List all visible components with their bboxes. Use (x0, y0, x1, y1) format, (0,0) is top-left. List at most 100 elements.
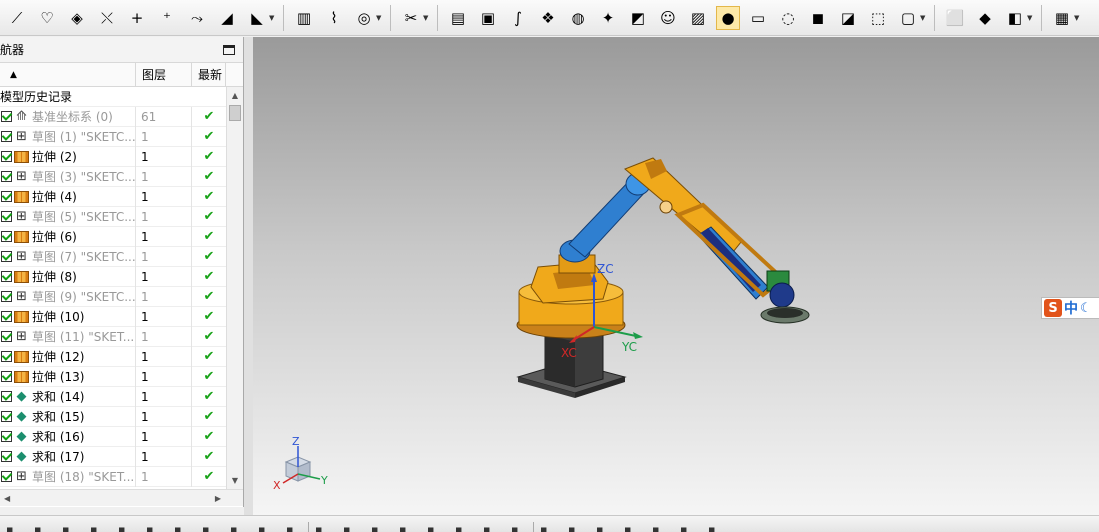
offset-curve-icon[interactable]: ⤳ (186, 7, 208, 29)
history-row[interactable]: ⊞ 草图 (18) "SKET... 1 ✔ (0, 466, 226, 487)
column-layer[interactable]: 图层 (136, 63, 192, 86)
scroll-up-icon[interactable]: ▲ (227, 87, 243, 104)
row-name-cell[interactable]: ⊞ 草图 (5) "SKETC... (0, 206, 136, 227)
history-row[interactable]: ◆ 求和 (16) 1 ✔ (0, 426, 226, 447)
grid-icon[interactable]: ▪ (343, 524, 359, 532)
visibility-checkbox[interactable] (1, 211, 12, 222)
render-object-icon[interactable]: ◍ (567, 7, 589, 29)
visibility-checkbox[interactable] (1, 111, 12, 122)
box-icon[interactable]: ▪ (174, 524, 190, 532)
row-name-cell[interactable]: ⊞ 草图 (18) "SKET... (0, 466, 136, 487)
revolve-face-icon[interactable]: ◣ (246, 7, 268, 29)
visibility-checkbox[interactable] (1, 331, 12, 342)
display-mode-icon[interactable]: ▭ (747, 7, 769, 29)
robot-arm-model[interactable] (516, 157, 810, 398)
scroll-down-icon[interactable]: ▼ (227, 472, 243, 489)
lock-icon[interactable]: ▪ (202, 524, 218, 532)
line-icon[interactable]: ▪ (568, 524, 584, 532)
visibility-checkbox[interactable] (1, 411, 12, 422)
history-row[interactable]: 拉伸 (10) 1 ✔ (0, 306, 226, 327)
point-icon[interactable]: + (126, 7, 148, 29)
history-row[interactable]: ⊞ 草图 (1) "SKETC... 1 ✔ (0, 126, 226, 147)
wire-box-icon[interactable]: ⬚ (867, 7, 889, 29)
visibility-checkbox[interactable] (1, 391, 12, 402)
row-name-cell[interactable]: 拉伸 (6) (0, 226, 136, 247)
visibility-checkbox[interactable] (1, 251, 12, 262)
sheet-icon[interactable]: ▪ (6, 524, 22, 532)
visibility-checkbox[interactable] (1, 131, 12, 142)
spring-tool-icon[interactable]: ✂ (400, 7, 422, 29)
history-row[interactable]: ◆ 求和 (14) 1 ✔ (0, 386, 226, 407)
square-icon[interactable]: ▪ (483, 524, 499, 532)
polyline-icon[interactable]: ⟋ (6, 7, 28, 29)
extrude-face-icon[interactable]: ◢ (216, 7, 238, 29)
visibility-checkbox[interactable] (1, 451, 12, 462)
color-spheres-icon[interactable]: ● (716, 5, 740, 30)
flag-icon[interactable]: ▪ (540, 524, 556, 532)
pencil-icon[interactable]: ▪ (146, 524, 162, 532)
history-row[interactable]: ⊞ 草图 (3) "SKETC... 1 ✔ (0, 166, 226, 187)
row-name-cell[interactable]: 拉伸 (8) (0, 266, 136, 287)
scroll-left-icon[interactable]: ◀ (4, 494, 10, 503)
shaded-color-icon[interactable]: ◪ (837, 7, 859, 29)
history-row[interactable]: 拉伸 (4) 1 ✔ (0, 186, 226, 207)
bookmark-icon[interactable]: ▪ (90, 524, 106, 532)
scene-icon[interactable]: ▨ (687, 7, 709, 29)
visibility-checkbox[interactable] (1, 271, 12, 282)
datum-axis-icon[interactable]: ⤬ (96, 7, 118, 29)
cube-icon[interactable]: ▪ (286, 524, 302, 532)
row-name-cell[interactable]: ⟰ 基准坐标系 (0) (0, 106, 136, 127)
visibility-checkbox[interactable] (1, 351, 12, 362)
dropdown-arrow-icon[interactable]: ▼ (423, 14, 429, 22)
ime-mode-icon[interactable]: ☾ (1080, 301, 1092, 316)
visibility-checkbox[interactable] (1, 171, 12, 182)
arc-icon[interactable]: ▪ (427, 524, 443, 532)
tool-icon[interactable]: ▪ (680, 524, 696, 532)
sort-ascending-icon[interactable]: ▲ (10, 70, 17, 80)
column-latest[interactable]: 最新 (192, 63, 226, 86)
history-row[interactable]: ⟰ 基准坐标系 (0) 61 ✔ (0, 106, 226, 127)
view-orient-icon[interactable]: ◆ (974, 7, 996, 29)
visibility-checkbox[interactable] (1, 431, 12, 442)
row-name-cell[interactable]: ◆ 求和 (14) (0, 386, 136, 407)
row-name-cell[interactable]: 拉伸 (4) (0, 186, 136, 207)
person-icon[interactable]: ☺ (657, 7, 679, 29)
dropdown-arrow-icon[interactable]: ▼ (269, 14, 275, 22)
sketch-curve-icon[interactable]: ♡ (36, 7, 58, 29)
model-history-group[interactable]: 模型历史记录 (0, 87, 226, 107)
dropdown-arrow-icon[interactable]: ▼ (376, 14, 382, 22)
box-shaded-icon[interactable]: ◼ (807, 7, 829, 29)
dropdown-arrow-icon[interactable]: ▼ (920, 14, 926, 22)
folder-icon[interactable]: ▪ (34, 524, 50, 532)
light-icon[interactable]: ✦ (597, 7, 619, 29)
table-icon[interactable]: ▪ (230, 524, 246, 532)
translucent-icon[interactable]: ◌ (777, 7, 799, 29)
row-name-cell[interactable]: ◆ 求和 (16) (0, 426, 136, 447)
history-row[interactable]: 拉伸 (2) 1 ✔ (0, 146, 226, 167)
row-name-cell[interactable]: 拉伸 (13) (0, 366, 136, 387)
row-name-cell[interactable]: ◆ 求和 (15) (0, 406, 136, 427)
vertical-scrollbar[interactable]: ▲ ▼ (226, 87, 243, 489)
hidden-box-icon[interactable]: ▢ (897, 7, 919, 29)
line-icon[interactable]: ▪ (511, 524, 527, 532)
graphics-viewport[interactable]: ZC XC YC Z X Y (253, 37, 1099, 515)
document-tools-icon[interactable]: ▦ (1051, 7, 1073, 29)
row-name-cell[interactable]: ⊞ 草图 (11) "SKET... (0, 326, 136, 347)
history-row[interactable]: ◆ 求和 (15) 1 ✔ (0, 406, 226, 427)
pin-icon[interactable]: ▪ (118, 524, 134, 532)
point-set-icon[interactable]: ⁺ (156, 7, 178, 29)
history-row[interactable]: 拉伸 (13) 1 ✔ (0, 366, 226, 387)
highlight-icon[interactable]: ◩ (627, 7, 649, 29)
slash-icon[interactable]: ▪ (652, 524, 668, 532)
scroll-right-icon[interactable]: ▶ (215, 494, 221, 503)
dropdown-arrow-icon[interactable]: ▼ (1074, 14, 1080, 22)
dropdown-arrow-icon[interactable]: ▼ (1027, 14, 1033, 22)
scroll-thumb[interactable] (229, 105, 241, 121)
row-name-cell[interactable]: ⊞ 草图 (9) "SKETC... (0, 286, 136, 307)
datum-plane-icon[interactable]: ◈ (66, 7, 88, 29)
maximize-icon[interactable] (223, 44, 235, 55)
dash-icon[interactable]: ▪ (596, 524, 612, 532)
measure-icon[interactable]: ▪ (315, 524, 331, 532)
history-row[interactable]: ⊞ 草图 (11) "SKET... 1 ✔ (0, 326, 226, 347)
wheel-icon[interactable]: ◎ (353, 7, 375, 29)
